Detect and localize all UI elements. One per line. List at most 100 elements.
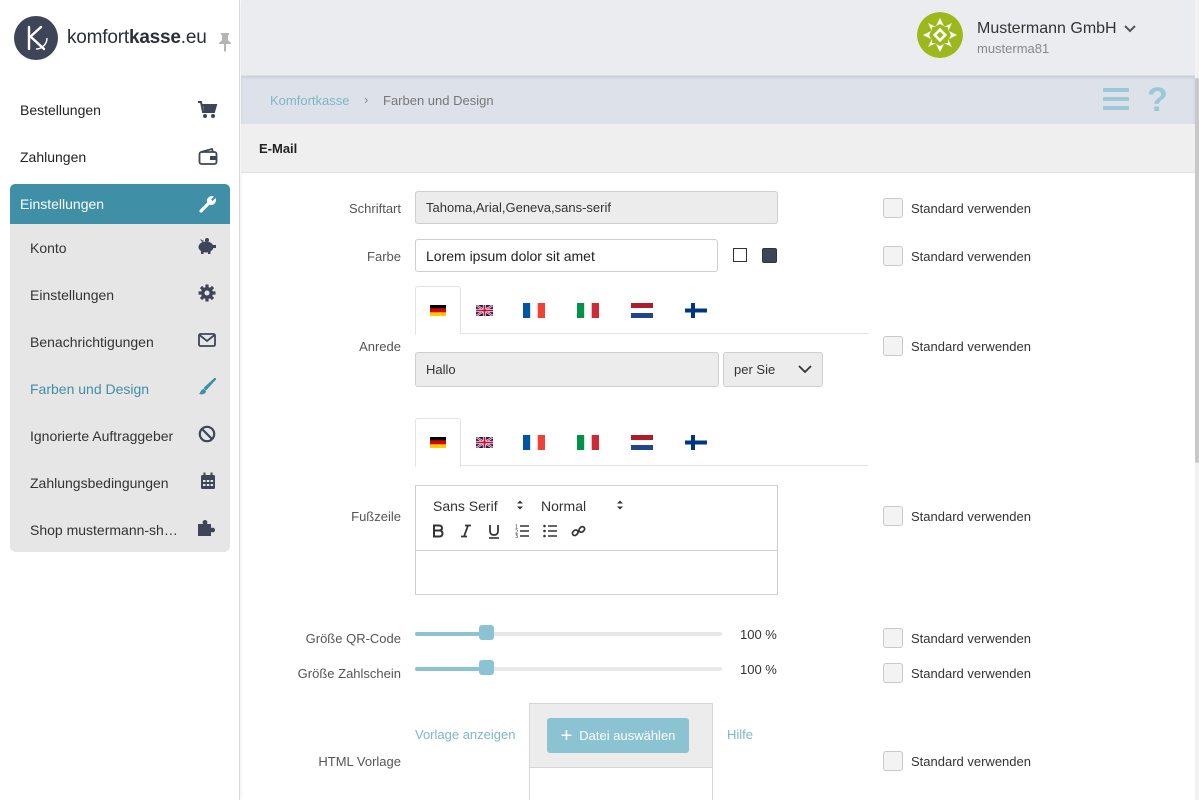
ordered-list-button[interactable]: 123 — [512, 522, 532, 540]
tab-lang-fr[interactable] — [507, 286, 561, 334]
subnav-item-label: Zahlungsbedingungen — [30, 474, 169, 491]
bullet-list-icon — [542, 524, 557, 538]
schriftart-standard-checkbox[interactable]: Standard verwenden — [883, 198, 1031, 218]
subnav-item-einstellungen[interactable]: Einstellungen — [10, 271, 230, 318]
checkbox-box[interactable] — [883, 198, 903, 218]
select-value: per Sie — [734, 362, 776, 377]
subnav-item-ignorierte-auftraggeber[interactable]: Ignorierte Auftraggeber — [10, 412, 230, 459]
zahlschein-size-slider[interactable] — [415, 660, 722, 675]
piggy-bank-icon — [196, 237, 216, 258]
flag-de-icon — [430, 305, 446, 316]
tab-lang-fi[interactable] — [669, 286, 723, 334]
help-question-icon[interactable]: ? — [1147, 83, 1168, 117]
farbe-standard-checkbox[interactable]: Standard verwenden — [883, 246, 1031, 266]
subnav-item-benachrichtigungen[interactable]: Benachrichtigungen — [10, 318, 230, 365]
editor-toolbar: Sans Serif Normal 123 — [416, 486, 777, 551]
qr-standard-checkbox[interactable]: Standard verwenden — [883, 628, 1031, 648]
wallet-icon — [198, 147, 218, 167]
background-color-swatch[interactable] — [733, 248, 747, 262]
bullet-list-button[interactable] — [540, 522, 560, 540]
checkbox-box[interactable] — [883, 336, 903, 356]
fusszeile-language-tabs — [415, 418, 868, 467]
wrench-icon — [198, 194, 218, 214]
font-size-select[interactable]: Normal — [541, 498, 624, 514]
checkbox-label: Standard verwenden — [911, 200, 1031, 216]
subnav-item-zahlungsbedingungen[interactable]: Zahlungsbedingungen — [10, 459, 230, 506]
font-family-value: Sans Serif — [433, 498, 498, 514]
fusszeile-standard-checkbox[interactable]: Standard verwenden — [883, 506, 1031, 526]
checkbox-box[interactable] — [883, 506, 903, 526]
tab-lang-nl[interactable] — [615, 286, 669, 334]
font-size-value: Normal — [541, 498, 587, 514]
schriftart-label: Schriftart — [348, 201, 401, 216]
subnav-item-label: Konto — [30, 239, 67, 256]
show-template-link[interactable]: Vorlage anzeigen — [415, 727, 515, 742]
fusszeile-label: Fußzeile — [351, 509, 401, 524]
file-upload-box: + Datei auswählen — [529, 703, 713, 800]
italic-icon — [461, 524, 471, 538]
checkbox-box[interactable] — [883, 628, 903, 648]
tab-lang-it[interactable] — [561, 286, 615, 334]
subnav-item-shop[interactable]: Shop mustermann-sh… — [10, 506, 230, 553]
checkbox-box[interactable] — [883, 246, 903, 266]
qr-size-slider[interactable] — [415, 625, 722, 640]
slider-handle[interactable] — [478, 625, 494, 640]
editor-content-area[interactable] — [416, 551, 777, 594]
tab-lang-fr[interactable] — [507, 418, 561, 466]
svg-text:3: 3 — [515, 534, 518, 538]
nav-item-einstellungen[interactable]: Einstellungen — [10, 184, 230, 224]
breadcrumb-separator: › — [364, 92, 369, 107]
top-header: Mustermann GmbH musterma81 — [241, 0, 1199, 76]
font-family-select[interactable]: Sans Serif — [433, 498, 524, 514]
flag-nl-icon — [631, 434, 653, 450]
flag-de-icon — [430, 437, 446, 448]
tab-lang-de[interactable] — [415, 418, 461, 467]
paintbrush-icon — [198, 377, 217, 399]
schriftart-input[interactable]: Tahoma,Arial,Geneva,sans-serif — [415, 191, 778, 224]
zahlschein-standard-checkbox[interactable]: Standard verwenden — [883, 663, 1031, 683]
pin-icon[interactable] — [217, 32, 233, 55]
html-standard-checkbox[interactable]: Standard verwenden — [883, 751, 1031, 771]
nav-item-bestellungen[interactable]: Bestellungen — [10, 90, 230, 130]
nav-item-zahlungen[interactable]: Zahlungen — [10, 137, 230, 177]
hamburger-menu-icon[interactable] — [1103, 86, 1129, 115]
tab-lang-fi[interactable] — [669, 418, 723, 466]
subnav-item-konto[interactable]: Konto — [10, 224, 230, 271]
tab-lang-en[interactable] — [461, 286, 507, 334]
text-color-swatch[interactable] — [762, 248, 777, 263]
checkbox-box[interactable] — [883, 663, 903, 683]
flag-fr-icon — [523, 302, 545, 318]
user-menu[interactable]: Mustermann GmbH musterma81 — [917, 12, 1136, 58]
anrede-input[interactable]: Hallo — [415, 352, 719, 387]
subnav-item-farben-und-design[interactable]: Farben und Design — [10, 365, 230, 412]
slider-handle[interactable] — [478, 660, 494, 675]
logo[interactable]: komfortkasse.eu — [14, 16, 207, 60]
underline-icon — [489, 524, 499, 539]
flag-it-icon — [577, 302, 599, 318]
italic-button[interactable] — [456, 522, 476, 540]
anrede-form-select[interactable]: per Sie — [723, 352, 823, 387]
slider-fill — [415, 632, 486, 636]
gear-icon — [198, 284, 216, 305]
underline-button[interactable] — [484, 522, 504, 540]
bold-button[interactable] — [428, 522, 448, 540]
scrollbar-thumb[interactable] — [1195, 78, 1199, 463]
zahlschein-size-value: 100 % — [740, 662, 777, 677]
farbe-input[interactable]: Lorem ipsum dolor sit amet — [415, 239, 718, 272]
tab-lang-en[interactable] — [461, 418, 507, 466]
link-button[interactable] — [568, 522, 588, 540]
checkbox-label: Standard verwenden — [911, 665, 1031, 681]
tab-lang-de[interactable] — [415, 286, 461, 335]
updown-chevron-icon — [516, 498, 524, 514]
help-link[interactable]: Hilfe — [727, 727, 753, 742]
checkbox-label: Standard verwenden — [911, 338, 1031, 354]
tab-lang-it[interactable] — [561, 418, 615, 466]
checkbox-box[interactable] — [883, 751, 903, 771]
anrede-standard-checkbox[interactable]: Standard verwenden — [883, 336, 1031, 356]
breadcrumb: Komfortkasse › Farben und Design ? — [241, 76, 1195, 124]
link-icon — [571, 525, 585, 536]
anrede-language-tabs — [415, 286, 868, 335]
breadcrumb-home-link[interactable]: Komfortkasse — [270, 93, 349, 108]
choose-file-button[interactable]: + Datei auswählen — [547, 718, 689, 753]
tab-lang-nl[interactable] — [615, 418, 669, 466]
